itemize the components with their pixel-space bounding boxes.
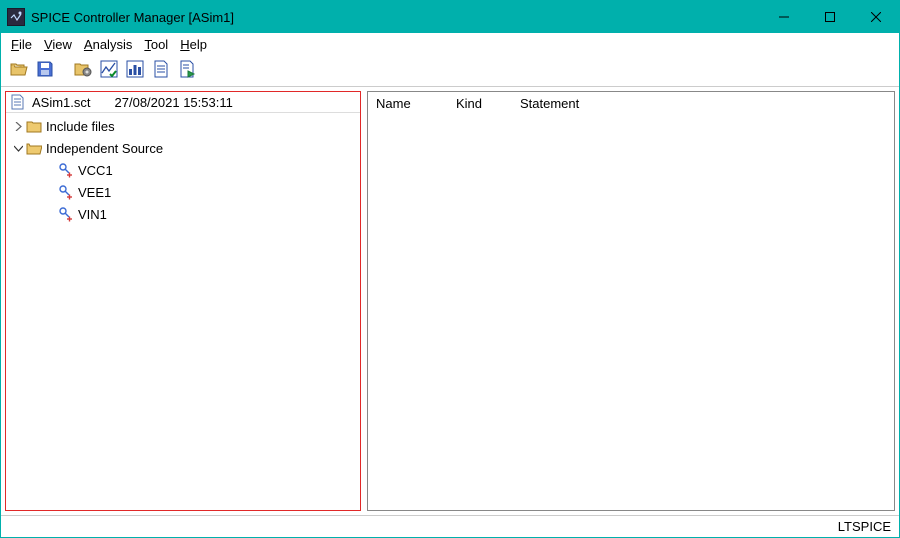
tree: Include files Independent Source VCC1 <box>6 113 360 227</box>
document-icon <box>152 60 170 81</box>
analysis-chart-button[interactable] <box>97 59 121 83</box>
folder-icon <box>26 118 42 134</box>
menu-view[interactable]: View <box>38 35 78 54</box>
menu-help[interactable]: Help <box>174 35 213 54</box>
menubar: File View Analysis Tool Help <box>1 33 899 55</box>
tree-leaf-label: VEE1 <box>78 185 111 200</box>
chart-check-icon <box>100 60 118 81</box>
app-window: SPICE Controller Manager [ASim1] File Vi… <box>0 0 900 538</box>
menu-analysis[interactable]: Analysis <box>78 35 138 54</box>
statusbar: LTSPICE <box>1 515 899 537</box>
column-header-kind[interactable]: Kind <box>456 96 496 111</box>
tree-timestamp: 27/08/2021 15:53:11 <box>115 95 233 110</box>
document-button[interactable] <box>149 59 173 83</box>
tree-node-independent-source[interactable]: Independent Source <box>6 137 360 159</box>
column-header-name[interactable]: Name <box>376 96 432 111</box>
folder-open-icon <box>26 140 42 156</box>
chevron-down-icon[interactable] <box>10 140 26 156</box>
titlebar: SPICE Controller Manager [ASim1] <box>1 1 899 33</box>
content-area: ASim1.sct 27/08/2021 15:53:11 Include fi… <box>1 87 899 515</box>
maximize-button[interactable] <box>807 1 853 33</box>
folder-open-icon <box>10 60 28 81</box>
tree-leaf-source[interactable]: VCC1 <box>6 159 360 181</box>
document-play-icon <box>178 60 196 81</box>
toolbar <box>1 55 899 87</box>
tree-header[interactable]: ASim1.sct 27/08/2021 15:53:11 <box>6 92 360 113</box>
folder-gear-icon <box>74 60 92 81</box>
tree-filename: ASim1.sct <box>32 95 91 110</box>
document-icon <box>10 94 26 110</box>
app-icon <box>7 8 25 26</box>
floppy-icon <box>36 60 54 81</box>
source-icon <box>58 162 74 178</box>
tree-node-label: Independent Source <box>46 141 163 156</box>
list-header: Name Kind Statement <box>368 92 894 115</box>
analysis-bars-button[interactable] <box>123 59 147 83</box>
source-icon <box>58 184 74 200</box>
minimize-button[interactable] <box>761 1 807 33</box>
source-icon <box>58 206 74 222</box>
tree-node-label: Include files <box>46 119 115 134</box>
save-button[interactable] <box>33 59 57 83</box>
open-settings-button[interactable] <box>71 59 95 83</box>
open-button[interactable] <box>7 59 31 83</box>
window-title: SPICE Controller Manager [ASim1] <box>31 10 234 25</box>
menu-file[interactable]: File <box>5 35 38 54</box>
tree-leaf-label: VCC1 <box>78 163 113 178</box>
tree-pane: ASim1.sct 27/08/2021 15:53:11 Include fi… <box>5 91 361 511</box>
run-document-button[interactable] <box>175 59 199 83</box>
menu-tool[interactable]: Tool <box>138 35 174 54</box>
tree-leaf-source[interactable]: VEE1 <box>6 181 360 203</box>
list-pane: Name Kind Statement <box>367 91 895 511</box>
status-engine: LTSPICE <box>838 519 891 534</box>
tree-leaf-label: VIN1 <box>78 207 107 222</box>
column-header-statement[interactable]: Statement <box>520 96 886 111</box>
tree-leaf-source[interactable]: VIN1 <box>6 203 360 225</box>
close-button[interactable] <box>853 1 899 33</box>
chevron-right-icon[interactable] <box>10 118 26 134</box>
tree-node-include-files[interactable]: Include files <box>6 115 360 137</box>
chart-bars-icon <box>126 60 144 81</box>
